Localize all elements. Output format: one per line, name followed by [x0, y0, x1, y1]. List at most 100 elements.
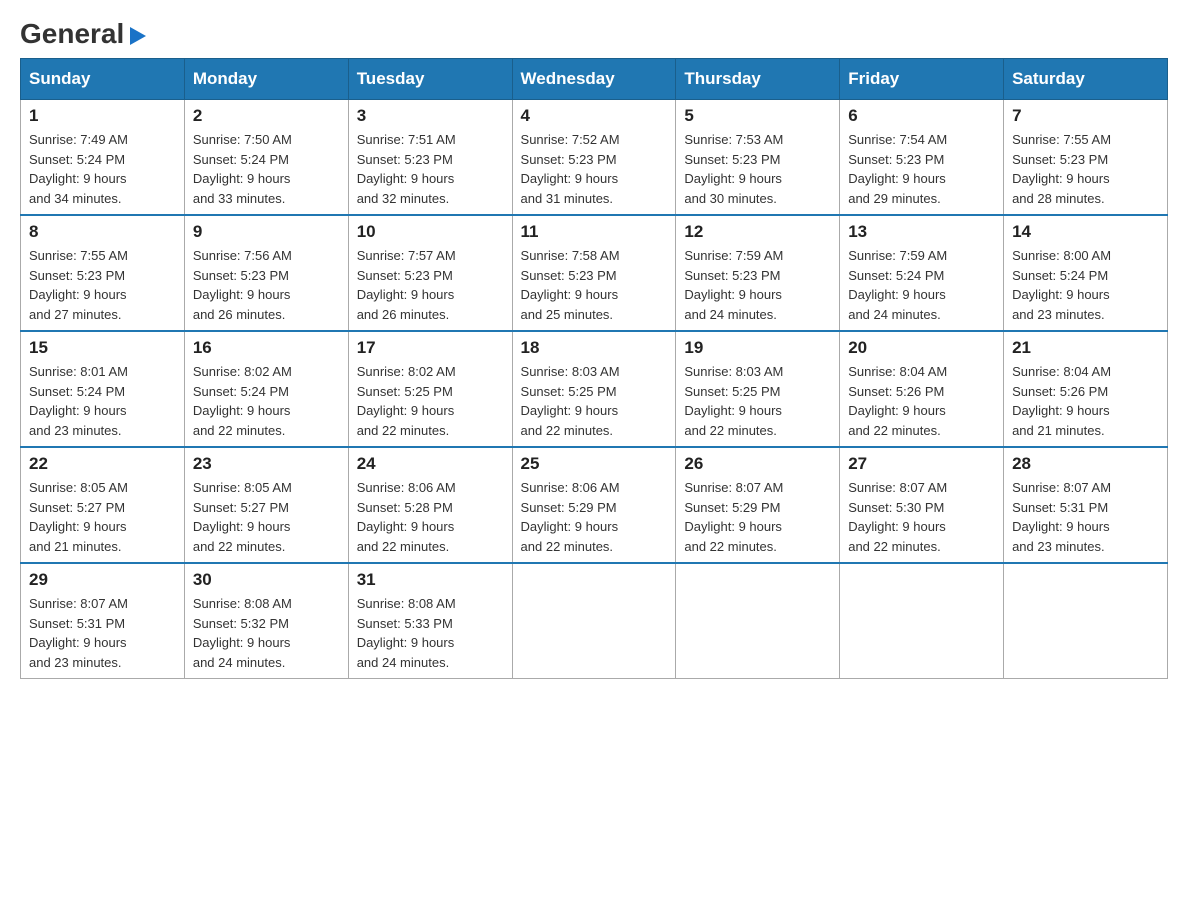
day-number: 22: [29, 454, 176, 474]
calendar-cell: 26 Sunrise: 8:07 AM Sunset: 5:29 PM Dayl…: [676, 447, 840, 563]
day-number: 7: [1012, 106, 1159, 126]
logo: General: [20, 20, 148, 48]
day-info: Sunrise: 7:57 AM Sunset: 5:23 PM Dayligh…: [357, 246, 504, 324]
calendar-week-row: 15 Sunrise: 8:01 AM Sunset: 5:24 PM Dayl…: [21, 331, 1168, 447]
day-info: Sunrise: 7:55 AM Sunset: 5:23 PM Dayligh…: [1012, 130, 1159, 208]
day-number: 28: [1012, 454, 1159, 474]
day-info: Sunrise: 8:07 AM Sunset: 5:31 PM Dayligh…: [29, 594, 176, 672]
day-number: 16: [193, 338, 340, 358]
calendar-cell: 12 Sunrise: 7:59 AM Sunset: 5:23 PM Dayl…: [676, 215, 840, 331]
day-number: 11: [521, 222, 668, 242]
day-info: Sunrise: 8:06 AM Sunset: 5:28 PM Dayligh…: [357, 478, 504, 556]
day-number: 24: [357, 454, 504, 474]
calendar-cell: 24 Sunrise: 8:06 AM Sunset: 5:28 PM Dayl…: [348, 447, 512, 563]
calendar-cell: 17 Sunrise: 8:02 AM Sunset: 5:25 PM Dayl…: [348, 331, 512, 447]
day-info: Sunrise: 8:07 AM Sunset: 5:31 PM Dayligh…: [1012, 478, 1159, 556]
day-info: Sunrise: 7:58 AM Sunset: 5:23 PM Dayligh…: [521, 246, 668, 324]
calendar-week-row: 8 Sunrise: 7:55 AM Sunset: 5:23 PM Dayli…: [21, 215, 1168, 331]
calendar-cell: 9 Sunrise: 7:56 AM Sunset: 5:23 PM Dayli…: [184, 215, 348, 331]
calendar-week-row: 29 Sunrise: 8:07 AM Sunset: 5:31 PM Dayl…: [21, 563, 1168, 679]
day-number: 31: [357, 570, 504, 590]
day-info: Sunrise: 8:07 AM Sunset: 5:29 PM Dayligh…: [684, 478, 831, 556]
day-number: 13: [848, 222, 995, 242]
calendar-cell: 28 Sunrise: 8:07 AM Sunset: 5:31 PM Dayl…: [1004, 447, 1168, 563]
day-info: Sunrise: 8:08 AM Sunset: 5:33 PM Dayligh…: [357, 594, 504, 672]
calendar-cell: 13 Sunrise: 7:59 AM Sunset: 5:24 PM Dayl…: [840, 215, 1004, 331]
day-number: 25: [521, 454, 668, 474]
day-info: Sunrise: 8:07 AM Sunset: 5:30 PM Dayligh…: [848, 478, 995, 556]
day-number: 27: [848, 454, 995, 474]
day-number: 26: [684, 454, 831, 474]
calendar-cell: 31 Sunrise: 8:08 AM Sunset: 5:33 PM Dayl…: [348, 563, 512, 679]
day-info: Sunrise: 7:52 AM Sunset: 5:23 PM Dayligh…: [521, 130, 668, 208]
weekday-header-wednesday: Wednesday: [512, 59, 676, 100]
day-number: 4: [521, 106, 668, 126]
weekday-header-tuesday: Tuesday: [348, 59, 512, 100]
calendar-cell: 27 Sunrise: 8:07 AM Sunset: 5:30 PM Dayl…: [840, 447, 1004, 563]
day-info: Sunrise: 7:59 AM Sunset: 5:24 PM Dayligh…: [848, 246, 995, 324]
calendar-cell: 8 Sunrise: 7:55 AM Sunset: 5:23 PM Dayli…: [21, 215, 185, 331]
day-info: Sunrise: 7:55 AM Sunset: 5:23 PM Dayligh…: [29, 246, 176, 324]
day-number: 29: [29, 570, 176, 590]
day-number: 14: [1012, 222, 1159, 242]
weekday-header-friday: Friday: [840, 59, 1004, 100]
calendar-cell: 22 Sunrise: 8:05 AM Sunset: 5:27 PM Dayl…: [21, 447, 185, 563]
calendar-week-row: 1 Sunrise: 7:49 AM Sunset: 5:24 PM Dayli…: [21, 100, 1168, 216]
calendar-header-row: SundayMondayTuesdayWednesdayThursdayFrid…: [21, 59, 1168, 100]
logo-arrow-icon: [126, 25, 148, 47]
day-number: 30: [193, 570, 340, 590]
calendar-cell: 14 Sunrise: 8:00 AM Sunset: 5:24 PM Dayl…: [1004, 215, 1168, 331]
calendar-cell: [1004, 563, 1168, 679]
day-info: Sunrise: 7:53 AM Sunset: 5:23 PM Dayligh…: [684, 130, 831, 208]
day-info: Sunrise: 7:54 AM Sunset: 5:23 PM Dayligh…: [848, 130, 995, 208]
day-info: Sunrise: 8:02 AM Sunset: 5:24 PM Dayligh…: [193, 362, 340, 440]
day-info: Sunrise: 8:08 AM Sunset: 5:32 PM Dayligh…: [193, 594, 340, 672]
calendar-cell: 25 Sunrise: 8:06 AM Sunset: 5:29 PM Dayl…: [512, 447, 676, 563]
weekday-header-sunday: Sunday: [21, 59, 185, 100]
weekday-header-thursday: Thursday: [676, 59, 840, 100]
logo-general: General: [20, 18, 124, 49]
calendar-cell: 30 Sunrise: 8:08 AM Sunset: 5:32 PM Dayl…: [184, 563, 348, 679]
calendar-cell: [676, 563, 840, 679]
day-info: Sunrise: 8:04 AM Sunset: 5:26 PM Dayligh…: [848, 362, 995, 440]
day-info: Sunrise: 8:02 AM Sunset: 5:25 PM Dayligh…: [357, 362, 504, 440]
day-info: Sunrise: 7:56 AM Sunset: 5:23 PM Dayligh…: [193, 246, 340, 324]
calendar-cell: 3 Sunrise: 7:51 AM Sunset: 5:23 PM Dayli…: [348, 100, 512, 216]
day-number: 5: [684, 106, 831, 126]
calendar-week-row: 22 Sunrise: 8:05 AM Sunset: 5:27 PM Dayl…: [21, 447, 1168, 563]
day-info: Sunrise: 7:59 AM Sunset: 5:23 PM Dayligh…: [684, 246, 831, 324]
calendar-cell: 11 Sunrise: 7:58 AM Sunset: 5:23 PM Dayl…: [512, 215, 676, 331]
calendar-cell: [840, 563, 1004, 679]
calendar-cell: 7 Sunrise: 7:55 AM Sunset: 5:23 PM Dayli…: [1004, 100, 1168, 216]
calendar-table: SundayMondayTuesdayWednesdayThursdayFrid…: [20, 58, 1168, 679]
day-number: 6: [848, 106, 995, 126]
day-number: 19: [684, 338, 831, 358]
day-info: Sunrise: 7:49 AM Sunset: 5:24 PM Dayligh…: [29, 130, 176, 208]
day-number: 9: [193, 222, 340, 242]
day-info: Sunrise: 8:03 AM Sunset: 5:25 PM Dayligh…: [684, 362, 831, 440]
calendar-cell: 20 Sunrise: 8:04 AM Sunset: 5:26 PM Dayl…: [840, 331, 1004, 447]
page-header: General: [20, 20, 1168, 48]
day-info: Sunrise: 8:00 AM Sunset: 5:24 PM Dayligh…: [1012, 246, 1159, 324]
day-info: Sunrise: 8:01 AM Sunset: 5:24 PM Dayligh…: [29, 362, 176, 440]
day-number: 10: [357, 222, 504, 242]
day-number: 17: [357, 338, 504, 358]
calendar-cell: 10 Sunrise: 7:57 AM Sunset: 5:23 PM Dayl…: [348, 215, 512, 331]
day-info: Sunrise: 7:51 AM Sunset: 5:23 PM Dayligh…: [357, 130, 504, 208]
day-info: Sunrise: 8:05 AM Sunset: 5:27 PM Dayligh…: [193, 478, 340, 556]
day-number: 20: [848, 338, 995, 358]
weekday-header-saturday: Saturday: [1004, 59, 1168, 100]
calendar-cell: 6 Sunrise: 7:54 AM Sunset: 5:23 PM Dayli…: [840, 100, 1004, 216]
day-info: Sunrise: 8:04 AM Sunset: 5:26 PM Dayligh…: [1012, 362, 1159, 440]
day-number: 21: [1012, 338, 1159, 358]
calendar-cell: 23 Sunrise: 8:05 AM Sunset: 5:27 PM Dayl…: [184, 447, 348, 563]
day-number: 2: [193, 106, 340, 126]
day-number: 3: [357, 106, 504, 126]
calendar-cell: 16 Sunrise: 8:02 AM Sunset: 5:24 PM Dayl…: [184, 331, 348, 447]
day-number: 18: [521, 338, 668, 358]
day-info: Sunrise: 8:06 AM Sunset: 5:29 PM Dayligh…: [521, 478, 668, 556]
day-number: 8: [29, 222, 176, 242]
calendar-cell: [512, 563, 676, 679]
calendar-cell: 29 Sunrise: 8:07 AM Sunset: 5:31 PM Dayl…: [21, 563, 185, 679]
day-number: 15: [29, 338, 176, 358]
